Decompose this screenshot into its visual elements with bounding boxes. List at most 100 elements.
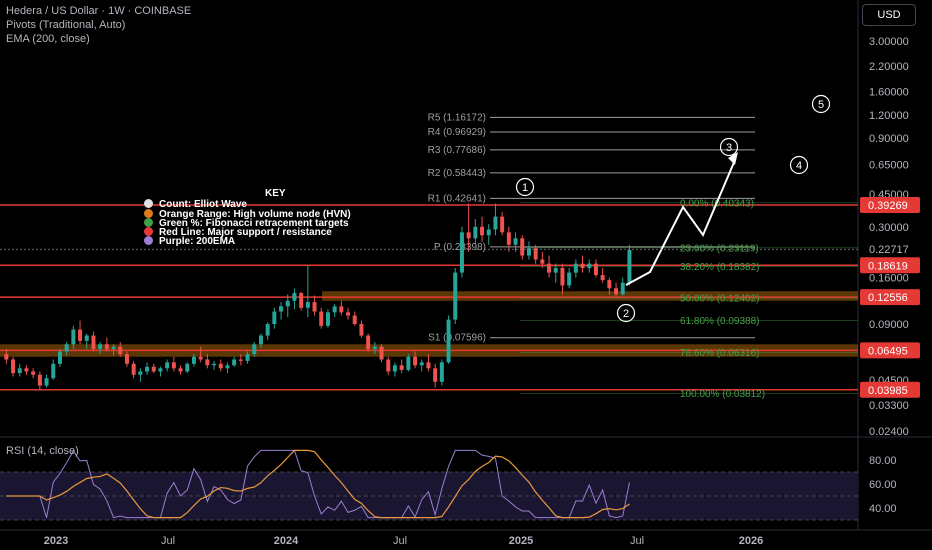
candle-body — [312, 302, 317, 312]
candle-body — [252, 344, 257, 355]
candle-body — [305, 302, 310, 308]
candle-body — [64, 344, 69, 352]
candle-body — [413, 356, 418, 366]
key-title: KEY — [265, 188, 286, 199]
rsi-tick-label: 60.00 — [869, 479, 897, 491]
fib-label: 100.00% (0.03812) — [680, 389, 765, 400]
candle-body — [124, 354, 129, 364]
price-tick-label: 0.65000 — [869, 159, 909, 171]
rsi-tick-label: 80.00 — [869, 455, 897, 467]
candle-body — [171, 362, 176, 369]
price-tick-label: 1.60000 — [869, 87, 909, 99]
candle-body — [292, 293, 297, 301]
candle-body — [299, 293, 304, 308]
candle-body — [225, 365, 230, 369]
price-tick-label: 3.00000 — [869, 36, 909, 48]
candle-body — [593, 263, 598, 276]
pivot-label: R3 (0.77686) — [428, 145, 486, 156]
candle-body — [386, 359, 391, 372]
candle-body — [279, 306, 284, 312]
candle-body — [84, 335, 89, 341]
candle-body — [553, 268, 558, 273]
candle-body — [366, 335, 371, 350]
candle-body — [406, 356, 411, 370]
price-tag-label: 0.06495 — [868, 345, 908, 357]
fib-label: 78.60% (0.06316) — [680, 348, 760, 359]
candle-body — [238, 359, 243, 361]
chart-background — [0, 0, 932, 550]
candle-body — [379, 346, 384, 360]
price-tick-label: 0.02400 — [869, 426, 909, 438]
candle-body — [218, 363, 223, 369]
key-dot-icon — [144, 218, 153, 227]
candle-body — [71, 329, 76, 345]
candle-body — [205, 359, 210, 366]
candle-body — [17, 368, 22, 374]
fib-label: 50.00% (0.12402) — [680, 294, 760, 305]
key-item-ema: Purple: 200EMA — [144, 236, 235, 247]
wave-label-5: 5 — [818, 99, 824, 111]
price-tick-label: 0.03300 — [869, 400, 909, 412]
candle-body — [567, 272, 572, 286]
rsi-indicator-label[interactable]: RSI (14, close) — [6, 445, 79, 457]
candle-body — [111, 346, 116, 350]
candle-body — [573, 263, 578, 273]
price-tick-label: 0.16000 — [869, 273, 909, 285]
candle-body — [620, 282, 625, 295]
candle-body — [493, 216, 498, 230]
fib-label: 38.20% (0.18382) — [680, 262, 760, 273]
candle-body — [339, 306, 344, 313]
time-axis-label: 2026 — [739, 535, 763, 547]
price-tick-label: 0.90000 — [869, 133, 909, 145]
candle-body — [265, 324, 270, 336]
chart-canvas: R5 (1.16172) R4 (0.96929) R3 (0.77686) R2 (… — [0, 0, 932, 550]
candle-body — [399, 365, 404, 370]
candle-body — [614, 288, 619, 295]
pivot-label: R2 (0.58443) — [428, 168, 486, 179]
candle-body — [51, 363, 56, 379]
candle-body — [178, 368, 183, 372]
candle-body — [600, 275, 605, 281]
candle-body — [486, 229, 491, 236]
fib-label: 61.80% (0.09388) — [680, 316, 760, 327]
pivots-indicator-label[interactable]: Pivots (Traditional, Auto) — [6, 18, 125, 32]
price-tick-label: 0.30000 — [869, 222, 909, 234]
candle-body — [57, 351, 62, 364]
key-dot-icon — [144, 199, 153, 208]
candle-body — [185, 363, 190, 372]
candle-body — [392, 365, 397, 372]
fib-label: 23.60% (0.23119) — [680, 243, 759, 254]
candle-body — [11, 359, 16, 374]
candle-body — [359, 324, 364, 336]
candle-body — [131, 363, 136, 375]
candle-body — [419, 362, 424, 366]
candle-body — [138, 371, 143, 375]
candle-body — [232, 359, 237, 366]
candle-body — [78, 329, 83, 341]
candle-body — [453, 272, 458, 320]
ema-indicator-label[interactable]: EMA (200, close) — [6, 32, 90, 46]
candle-body — [587, 263, 592, 269]
candle-body — [540, 259, 545, 264]
key-dot-icon — [144, 209, 153, 218]
wave-label-3: 3 — [726, 142, 732, 154]
candle-body — [607, 280, 612, 289]
wave-label-1: 1 — [522, 182, 528, 194]
price-tag-label: 0.12556 — [868, 292, 908, 304]
candle-body — [480, 226, 485, 236]
candle-body — [198, 356, 203, 360]
candle-body — [560, 268, 565, 286]
key-dot-icon — [144, 227, 153, 236]
wave-label-2: 2 — [623, 308, 629, 320]
candle-body — [118, 346, 123, 355]
candle-body — [439, 362, 444, 382]
candle-body — [372, 346, 377, 350]
candle-body — [104, 344, 109, 350]
currency-button[interactable]: USD — [862, 4, 916, 26]
candle-body — [24, 368, 29, 372]
pivot-label: R4 (0.96929) — [428, 127, 486, 138]
candle-body — [459, 232, 464, 273]
candle-body — [500, 216, 505, 233]
candle-body — [426, 362, 431, 369]
candle-body — [165, 362, 170, 369]
